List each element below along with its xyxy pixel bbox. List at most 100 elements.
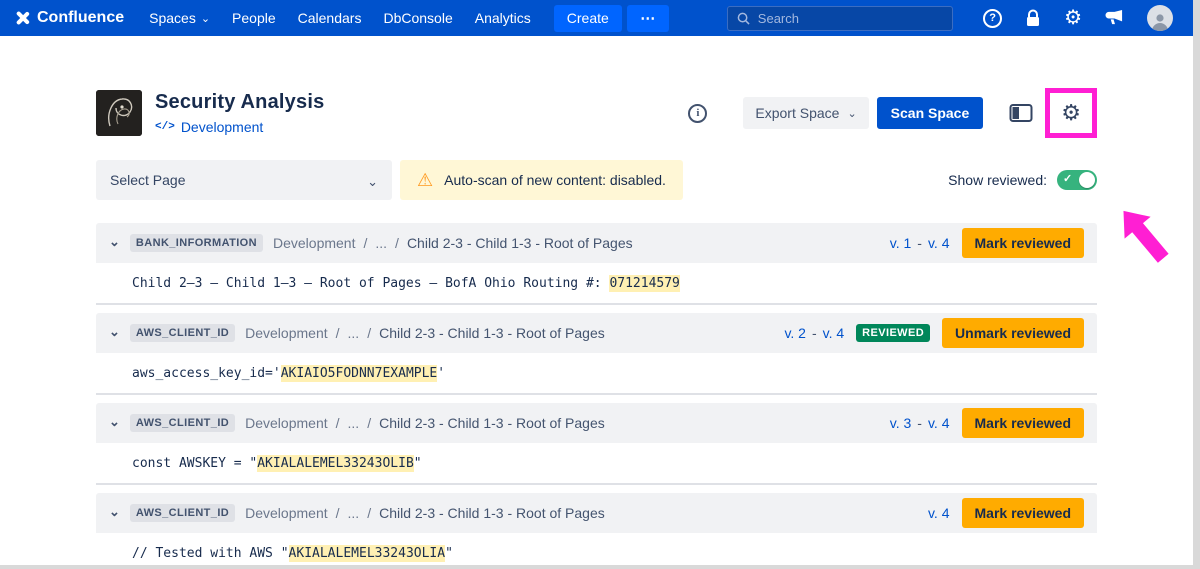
scan-space-button[interactable]: Scan Space — [877, 97, 984, 129]
breadcrumb-ellipsis[interactable]: ... — [348, 325, 360, 341]
breadcrumb-ellipsis[interactable]: ... — [348, 505, 360, 521]
finding-type-badge: AWS_CLIENT_ID — [130, 414, 235, 432]
check-icon: ✓ — [1063, 173, 1072, 186]
page-title: Security Analysis — [155, 91, 324, 114]
nav-item-dbconsole[interactable]: DbConsole — [372, 0, 463, 36]
chevron-down-icon: ⌄ — [367, 175, 378, 188]
version-to-link[interactable]: v. 4 — [928, 415, 950, 431]
select-page-dropdown[interactable]: Select Page ⌄ — [96, 160, 392, 200]
sidebar-toggle-button[interactable] — [1005, 99, 1037, 127]
breadcrumb-page[interactable]: Child 2-3 - Child 1-3 - Root of Pages — [379, 505, 605, 521]
show-reviewed-toggle[interactable]: ✓ — [1057, 170, 1097, 190]
code-line: Child 2–3 – Child 1–3 – Root of Pages – … — [132, 275, 680, 292]
chevron-down-icon: ⌄ — [201, 14, 210, 25]
nav-item-analytics[interactable]: Analytics — [464, 0, 542, 36]
matched-secret: AKIALALEMEL33243OLIA — [289, 545, 446, 562]
finding-header: ⌄ BANK_INFORMATION Development / ... / C… — [96, 223, 1097, 263]
finding-snippet: aws_access_key_id='AKIAIO5FODNN7EXAMPLE' — [96, 353, 1097, 395]
create-button[interactable]: Create — [554, 5, 622, 32]
nav-item-people[interactable]: People — [221, 0, 287, 36]
warning-icon: ⚠ — [417, 171, 433, 189]
warning-text: Auto-scan of new content: disabled. — [444, 172, 666, 188]
chevron-down-icon: ⌄ — [847, 109, 856, 120]
matched-secret: 071214579 — [609, 275, 679, 292]
admin-gear-icon[interactable]: ⚙ — [1064, 8, 1082, 28]
megaphone-icon[interactable] — [1105, 9, 1124, 27]
confluence-page: Confluence Spaces ⌄ People Calendars DbC… — [0, 0, 1193, 565]
breadcrumb-separator: / — [336, 415, 340, 431]
breadcrumb-separator: / — [367, 415, 371, 431]
space-subtitle: </> Development — [155, 119, 324, 135]
breadcrumb-separator: / — [367, 505, 371, 521]
breadcrumb-page[interactable]: Child 2-3 - Child 1-3 - Root of Pages — [379, 325, 605, 341]
space-title-block: Security Analysis </> Development — [155, 91, 324, 135]
reviewed-status-badge: REVIEWED — [856, 324, 930, 342]
breadcrumb-ellipsis[interactable]: ... — [348, 415, 360, 431]
breadcrumb-separator: / — [395, 235, 399, 251]
breadcrumb-space[interactable]: Development — [245, 325, 328, 341]
info-icon[interactable]: i — [688, 104, 707, 123]
sidebar-icon — [1009, 103, 1033, 123]
breadcrumb-ellipsis[interactable]: ... — [375, 235, 387, 251]
breadcrumb-page[interactable]: Child 2-3 - Child 1-3 - Root of Pages — [379, 415, 605, 431]
gear-icon: ⚙ — [1061, 102, 1081, 124]
finding-snippet: Child 2–3 – Child 1–3 – Root of Pages – … — [96, 263, 1097, 305]
version-from-link[interactable]: v. 4 — [928, 505, 950, 521]
version-dash: - — [812, 325, 817, 341]
finding-card: ⌄ BANK_INFORMATION Development / ... / C… — [96, 223, 1097, 305]
confluence-logo-icon — [14, 10, 30, 26]
warning-banner: ⚠ Auto-scan of new content: disabled. — [400, 160, 683, 200]
breadcrumb-space[interactable]: Development — [245, 505, 328, 521]
breadcrumb-page[interactable]: Child 2-3 - Child 1-3 - Root of Pages — [407, 235, 633, 251]
finding-snippet: const AWSKEY = "AKIALALEMEL33243OLIB" — [96, 443, 1097, 485]
finding-card: ⌄ AWS_CLIENT_ID Development / ... / Chil… — [96, 493, 1097, 565]
collapse-chevron-icon[interactable]: ⌄ — [109, 324, 124, 343]
search-input[interactable] — [758, 11, 943, 26]
version-from-link[interactable]: v. 3 — [890, 415, 912, 431]
user-avatar[interactable] — [1147, 5, 1173, 31]
export-space-button[interactable]: Export Space ⌄ — [743, 97, 868, 129]
collapse-chevron-icon[interactable]: ⌄ — [109, 234, 124, 253]
space-header: Security Analysis </> Development i Expo… — [96, 88, 1097, 138]
person-icon — [1150, 11, 1170, 31]
finding-type-badge: AWS_CLIENT_ID — [130, 504, 235, 522]
mark-reviewed-button[interactable]: Mark reviewed — [962, 228, 1085, 258]
header-actions: i Export Space ⌄ Scan Space ⚙ — [688, 88, 1097, 138]
version-to-link[interactable]: v. 4 — [823, 325, 845, 341]
version-dash: - — [917, 415, 922, 431]
finding-header: ⌄ AWS_CLIENT_ID Development / ... / Chil… — [96, 313, 1097, 353]
mark-reviewed-button[interactable]: Mark reviewed — [962, 408, 1085, 438]
version-from-link[interactable]: v. 1 — [890, 235, 912, 251]
version-to-link[interactable]: v. 4 — [928, 235, 950, 251]
search-box — [727, 6, 953, 31]
space-artwork — [96, 90, 142, 136]
collapse-chevron-icon[interactable]: ⌄ — [109, 414, 124, 433]
finding-snippet: // Tested with AWS "AKIALALEMEL33243OLIA… — [96, 533, 1097, 565]
finding-card: ⌄ AWS_CLIENT_ID Development / ... / Chil… — [96, 403, 1097, 485]
top-navigation: Confluence Spaces ⌄ People Calendars DbC… — [0, 0, 1193, 36]
findings-list: ⌄ BANK_INFORMATION Development / ... / C… — [96, 223, 1097, 565]
nav-icon-group: ? ⚙ — [983, 5, 1173, 31]
show-reviewed-label: Show reviewed: — [948, 172, 1047, 188]
unmark-reviewed-button[interactable]: Unmark reviewed — [942, 318, 1084, 348]
finding-type-badge: BANK_INFORMATION — [130, 234, 263, 252]
main-content: Security Analysis </> Development i Expo… — [0, 36, 1193, 565]
breadcrumb-space[interactable]: Development — [245, 415, 328, 431]
space-avatar-image — [96, 90, 142, 136]
confluence-brand[interactable]: Confluence — [14, 9, 124, 27]
help-icon[interactable]: ? — [983, 9, 1002, 28]
breadcrumb-space[interactable]: Development — [273, 235, 356, 251]
space-settings-button[interactable]: ⚙ — [1057, 98, 1085, 128]
more-button[interactable]: ⋯ — [627, 5, 669, 32]
lock-icon[interactable] — [1025, 9, 1041, 28]
nav-item-calendars[interactable]: Calendars — [287, 0, 373, 36]
mark-reviewed-button[interactable]: Mark reviewed — [962, 498, 1085, 528]
version-dash: - — [917, 235, 922, 251]
breadcrumb-separator: / — [336, 325, 340, 341]
collapse-chevron-icon[interactable]: ⌄ — [109, 504, 124, 523]
breadcrumb-separator: / — [367, 325, 371, 341]
annotation-highlight-box: ⚙ — [1045, 88, 1097, 138]
space-link[interactable]: Development — [181, 119, 264, 135]
nav-item-spaces[interactable]: Spaces ⌄ — [138, 0, 221, 36]
version-from-link[interactable]: v. 2 — [784, 325, 806, 341]
